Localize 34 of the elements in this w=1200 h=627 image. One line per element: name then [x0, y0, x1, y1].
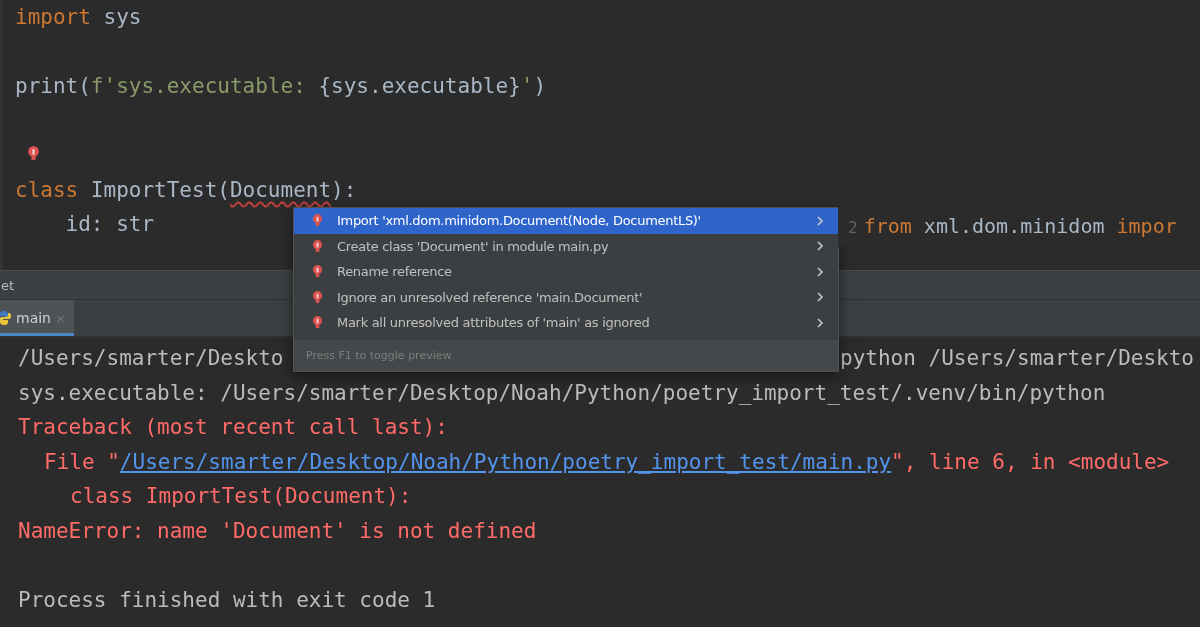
preview-code-line: 2 from xml.dom.minidom impor — [847, 213, 1178, 240]
console-line: python /Users/smarter/Deskto — [840, 345, 1194, 372]
console-line: Process finished with exit code 1 — [18, 586, 436, 614]
code-line: id: str — [64, 211, 155, 238]
console-line: /Users/smarter/Deskto — [18, 345, 284, 372]
lightbulb-icon — [312, 289, 323, 305]
popup-item[interactable]: Ignore an unresolved reference 'main.Document' — [294, 284, 838, 310]
chevron-icon — [816, 214, 824, 227]
popup-item[interactable]: Rename reference — [294, 259, 838, 285]
python-icon — [0, 310, 12, 326]
code-line: class ImportTest(Document): — [15, 176, 357, 204]
popup-item[interactable]: Mark all unresolved attributes of 'main' as ignored — [294, 310, 838, 336]
lightbulb-icon — [27, 145, 40, 162]
lightbulb-icon — [312, 315, 323, 331]
lightbulb-icon — [312, 238, 323, 254]
run-tab[interactable]: main × — [0, 300, 74, 336]
code-line: print(f'sys.executable: {sys.executable}') — [15, 73, 547, 100]
chevron-icon — [816, 240, 824, 253]
tool-window-title: et — [0, 277, 15, 293]
lightbulb-icon — [312, 213, 323, 229]
chevron-icon — [816, 316, 824, 329]
file-link[interactable]: /Users/smarter/Desktop/Noah/Python/poetry_import_test/main.py — [119, 449, 892, 474]
error-line: File "/Users/smarter/Desktop/Noah/Python/poetry_import_test/main.py", line 6, in <module> — [43, 448, 1170, 476]
console-line: sys.executable: /Users/smarter/Desktop/Noah/Python/poetry_import_test/.venv/bin/python — [18, 379, 1106, 407]
popup-item[interactable]: Import 'xml.dom.minidom.Document(Node, DocumentLS)' — [294, 208, 838, 234]
lightbulb-icon — [312, 264, 323, 280]
error-line: NameError: name 'Document' is not defined — [18, 517, 537, 545]
error-line: class ImportTest(Document): — [69, 483, 412, 510]
chevron-icon — [816, 265, 824, 278]
chevron-icon — [816, 291, 824, 304]
code-line: import sys — [15, 4, 142, 31]
error-line: Traceback (most recent call last): — [18, 414, 448, 441]
popup-item[interactable]: Create class 'Document' in module main.py — [294, 233, 838, 259]
tab-label: main — [16, 310, 51, 326]
